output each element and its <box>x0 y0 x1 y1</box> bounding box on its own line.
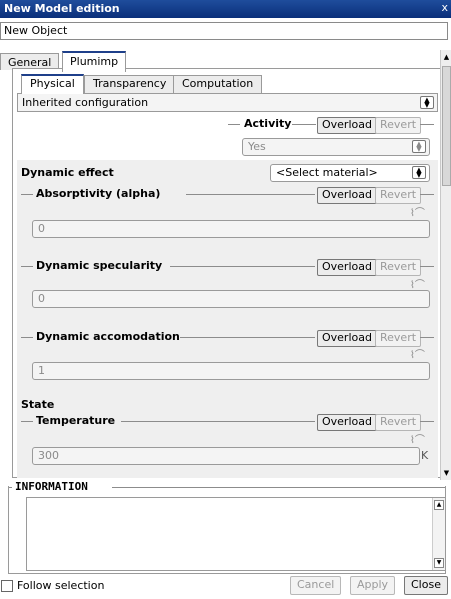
divider <box>170 266 315 267</box>
activity-overload-button[interactable]: Overload <box>317 117 377 134</box>
subtab-computation[interactable]: Computation <box>173 75 263 93</box>
divider <box>21 266 33 267</box>
graph-icon[interactable]: ⌇⌒ <box>410 204 425 219</box>
activity-select[interactable]: Yes ▲ ▼ <box>242 138 430 156</box>
window-titlebar: New Model edition x <box>0 0 451 18</box>
graph-icon[interactable]: ⌇⌒ <box>410 276 425 291</box>
scroll-down-icon[interactable]: ▼ <box>434 558 444 568</box>
information-text-area[interactable]: ▲ ▼ <box>26 497 446 571</box>
dynamic-effect-label: Dynamic effect <box>21 166 114 179</box>
divider <box>420 266 434 267</box>
tab-plumimp[interactable]: Plumimp <box>62 51 127 72</box>
divider <box>21 194 33 195</box>
main-tabs: General Plumimp <box>0 48 448 72</box>
divider <box>420 337 434 338</box>
absorptivity-field[interactable]: 0 <box>32 220 430 238</box>
information-scrollbar[interactable]: ▲ ▼ <box>432 498 445 570</box>
specularity-label: Dynamic specularity <box>36 259 163 272</box>
specularity-revert-button[interactable]: Revert <box>375 259 422 276</box>
specularity-field[interactable]: 0 <box>32 290 430 308</box>
scroll-up-icon[interactable]: ▲ <box>434 500 444 510</box>
subtab-physical[interactable]: Physical <box>21 74 84 94</box>
divider <box>228 124 240 125</box>
configuration-select[interactable]: Inherited configuration ▲ ▼ <box>17 93 438 112</box>
window-title: New Model edition <box>4 2 120 15</box>
accomodation-overload-button[interactable]: Overload <box>317 330 377 347</box>
activity-value: Yes <box>248 140 266 153</box>
divider <box>21 337 33 338</box>
temperature-overload-button[interactable]: Overload <box>317 414 377 431</box>
divider <box>420 194 434 195</box>
graph-icon[interactable]: ⌇⌒ <box>410 431 425 446</box>
scroll-down-icon[interactable]: ▼ <box>442 468 451 478</box>
apply-button[interactable]: Apply <box>350 576 396 595</box>
spin-arrows-icon: ▲ ▼ <box>420 96 434 109</box>
absorptivity-overload-button[interactable]: Overload <box>317 187 377 204</box>
divider <box>292 124 316 125</box>
specularity-overload-button[interactable]: Overload <box>317 259 377 276</box>
divider <box>180 337 315 338</box>
follow-selection-checkbox[interactable] <box>1 580 13 592</box>
close-window-icon[interactable]: x <box>441 1 448 15</box>
temperature-field[interactable]: 300 <box>32 447 420 465</box>
divider <box>21 421 33 422</box>
spin-arrows-icon: ▲ ▼ <box>412 166 426 179</box>
divider <box>420 124 434 125</box>
activity-label: Activity <box>244 117 292 130</box>
subtab-transparency[interactable]: Transparency <box>84 75 176 93</box>
absorptivity-revert-button[interactable]: Revert <box>375 187 422 204</box>
properties-scrollbar[interactable]: ▲ ▼ <box>440 50 451 480</box>
spin-arrows-icon: ▲ ▼ <box>412 140 426 153</box>
activity-revert-button[interactable]: Revert <box>375 117 422 134</box>
scroll-up-icon[interactable]: ▲ <box>442 52 451 62</box>
temperature-label: Temperature <box>36 414 116 427</box>
object-name-field[interactable]: New Object <box>0 22 448 40</box>
close-button[interactable]: Close <box>404 576 448 595</box>
temperature-unit: K <box>421 449 429 462</box>
sub-tabs: Physical Transparency Computation <box>18 69 438 94</box>
divider <box>186 194 315 195</box>
accomodation-label: Dynamic accomodation <box>36 330 180 343</box>
scroll-thumb[interactable] <box>442 66 451 186</box>
accomodation-field[interactable]: 1 <box>32 362 430 380</box>
absorptivity-label: Absorptivity (alpha) <box>36 187 161 200</box>
accomodation-revert-button[interactable]: Revert <box>375 330 422 347</box>
material-select[interactable]: <Select material> ▲ ▼ <box>270 164 430 182</box>
graph-icon[interactable]: ⌇⌒ <box>410 346 425 361</box>
follow-selection-label: Follow selection <box>17 579 105 592</box>
divider <box>420 421 434 422</box>
cancel-button[interactable]: Cancel <box>290 576 342 595</box>
material-select-value: <Select material> <box>276 166 378 179</box>
temperature-revert-button[interactable]: Revert <box>375 414 422 431</box>
configuration-value: Inherited configuration <box>22 96 149 109</box>
divider <box>121 421 315 422</box>
